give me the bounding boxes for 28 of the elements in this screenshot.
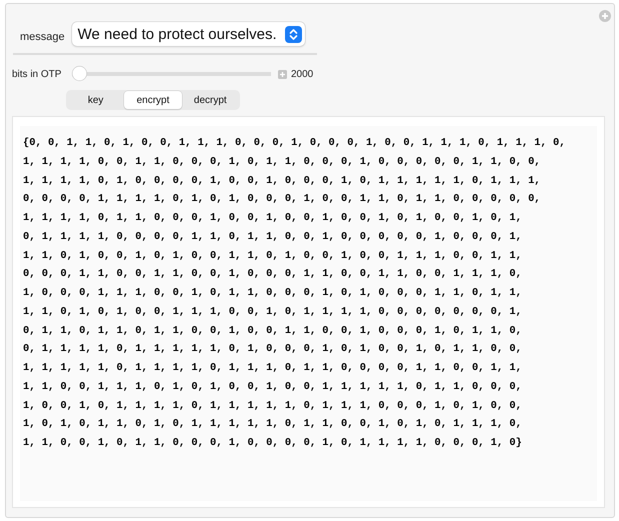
output-line: 1, 1, 1, 1, 0, 0, 1, 1, 0, 0, 0, 1, 0, 1, 1, 0, 0, 0, 1, 0, 0, 0, 0, 0, 1, 1, 0, 0, <box>23 154 541 170</box>
message-label: message <box>20 30 65 43</box>
updown-chevron-icon <box>284 26 302 42</box>
output-line: 1, 1, 1, 1, 1, 0, 1, 1, 1, 1, 0, 1, 1, 1, 0, 1, 1, 0, 0, 0, 0, 1, 1, 0, 0, 1, 1, <box>23 361 522 376</box>
output-line: 1, 1, 0, 0, 1, 1, 1, 0, 1, 0, 1, 0, 0, 1, 0, 0, 1, 1, 1, 1, 1, 0, 1, 1, 0, 0, 0, <box>23 380 522 395</box>
tab[interactable]: key <box>67 91 124 109</box>
slider-thumb[interactable] <box>72 66 87 81</box>
output-line: {0, 0, 1, 1, 0, 1, 0, 0, 1, 1, 1, 0, 0, 0, 1, 0, 0, 0, 1, 0, 0, 1, 1, 1, 0, 1, 1, 1, 0, <box>23 136 566 151</box>
output-line: 0, 0, 0, 1, 1, 0, 0, 1, 1, 0, 0, 1, 0, 0, 0, 1, 1, 0, 0, 1, 1, 0, 0, 1, 1, 1, 0, <box>23 267 522 282</box>
output-line: 1, 1, 0, 1, 0, 0, 1, 0, 1, 0, 0, 1, 1, 0, 1, 0, 0, 1, 0, 0, 1, 1, 1, 0, 0, 1, 1, <box>23 248 522 264</box>
slider-label: bits in OTP <box>12 68 62 80</box>
output-line: 1, 1, 0, 1, 0, 1, 0, 0, 1, 1, 1, 0, 0, 1, 0, 1, 1, 1, 1, 0, 0, 0, 0, 0, 0, 0, 1, <box>23 304 522 320</box>
output-line: 0, 0, 0, 0, 1, 1, 1, 1, 0, 1, 0, 1, 0, 0, 0, 1, 0, 0, 1, 1, 0, 1, 1, 0, 0, 0, 0, 0, <box>23 192 541 208</box>
output-line: 1, 0, 1, 0, 1, 1, 0, 1, 0, 1, 1, 1, 1, 1, 0, 1, 1, 0, 0, 1, 0, 1, 0, 1, 1, 1, 0, <box>23 417 522 432</box>
plus-icon[interactable] <box>599 10 611 22</box>
output-line: 0, 1, 1, 1, 1, 0, 1, 1, 1, 1, 1, 0, 1, 0, 0, 0, 1, 0, 1, 0, 0, 1, 0, 1, 1, 0, 0, <box>23 342 522 358</box>
tab[interactable]: encrypt <box>124 91 182 109</box>
output-line: 1, 1, 1, 1, 0, 1, 0, 0, 0, 0, 1, 0, 0, 1, 0, 0, 0, 1, 0, 1, 1, 1, 1, 1, 0, 1, 1, 1, <box>23 174 541 188</box>
message-dropdown[interactable]: We need to protect ourselves. <box>72 22 305 46</box>
plus-icon[interactable] <box>278 70 287 78</box>
output-line: 0, 1, 1, 1, 1, 0, 0, 0, 0, 1, 1, 0, 1, 1, 0, 0, 1, 0, 0, 0, 0, 0, 1, 0, 0, 0, 1, <box>23 230 522 245</box>
tab[interactable]: decrypt <box>182 91 239 109</box>
output-line: 1, 1, 0, 0, 1, 0, 1, 1, 0, 0, 0, 1, 0, 0, 0, 0, 1, 0, 1, 1, 1, 1, 0, 0, 0, 1, 0} <box>23 436 522 451</box>
output-line: 0, 1, 1, 0, 1, 1, 0, 1, 1, 0, 0, 1, 0, 0, 1, 1, 0, 0, 1, 0, 0, 0, 1, 0, 1, 1, 0, <box>23 324 522 338</box>
output-line: 1, 1, 1, 1, 0, 1, 1, 0, 0, 0, 1, 0, 0, 1, 0, 0, 1, 0, 0, 1, 0, 1, 0, 0, 1, 0, 1, <box>23 211 522 226</box>
output-line: 1, 0, 0, 0, 1, 1, 1, 0, 0, 1, 0, 1, 1, 0, 0, 0, 1, 0, 1, 0, 0, 0, 1, 1, 0, 1, 1, <box>23 286 522 301</box>
slider-value: 2000 <box>291 68 314 80</box>
output-line: 1, 0, 0, 1, 0, 1, 1, 1, 1, 0, 1, 1, 1, 1, 1, 0, 1, 1, 1, 0, 0, 0, 1, 0, 1, 0, 0, <box>23 398 522 414</box>
